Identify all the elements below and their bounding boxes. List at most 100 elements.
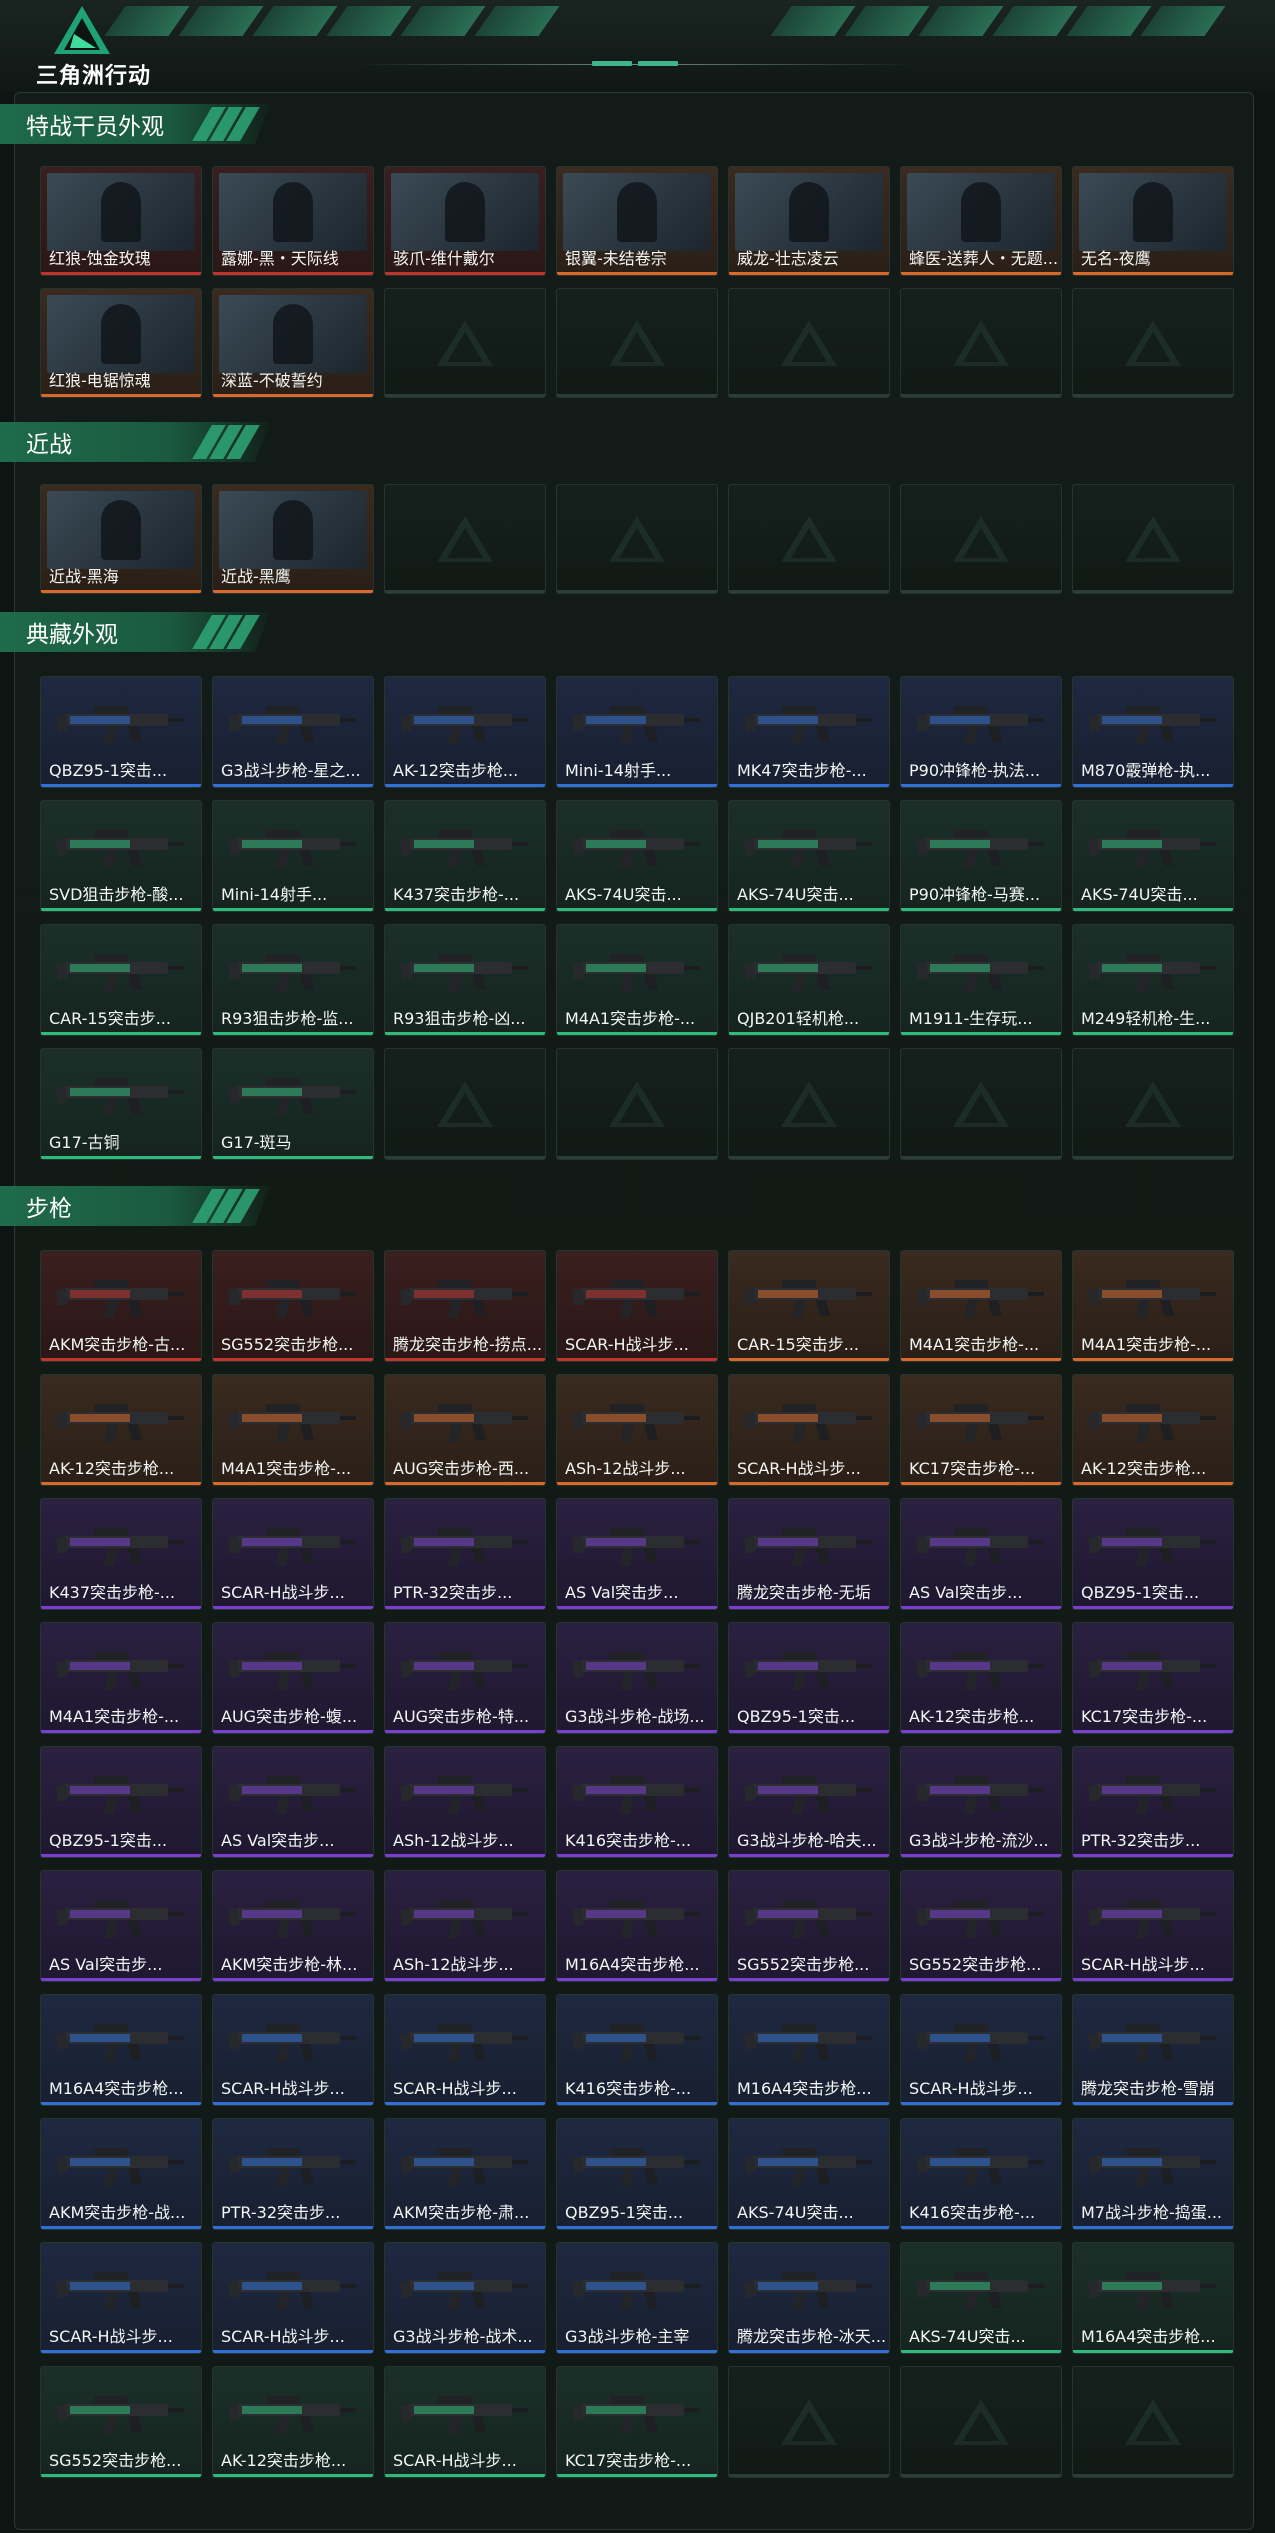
item-card[interactable]: AS Val突击步... — [556, 1498, 718, 1610]
item-card[interactable]: 近战-黑海 — [40, 484, 202, 594]
item-card[interactable]: SCAR-H战斗步... — [212, 2242, 374, 2354]
item-card[interactable]: P90冲锋枪-马赛... — [900, 800, 1062, 912]
item-card[interactable]: SCAR-H战斗步... — [1072, 1870, 1234, 1982]
item-card[interactable]: AKS-74U突击... — [728, 2118, 890, 2230]
item-card[interactable]: QJB201轻机枪... — [728, 924, 890, 1036]
item-card[interactable]: AKS-74U突击... — [728, 800, 890, 912]
item-card[interactable]: M4A1突击步枪-... — [1072, 1250, 1234, 1362]
item-card[interactable]: ASh-12战斗步... — [384, 1870, 546, 1982]
item-card[interactable]: AKM突击步枪-林... — [212, 1870, 374, 1982]
item-card[interactable]: G3战斗步枪-主宰 — [556, 2242, 718, 2354]
item-card[interactable]: M4A1突击步枪-... — [212, 1374, 374, 1486]
item-card[interactable]: R93狙击步枪-监... — [212, 924, 374, 1036]
item-card[interactable]: SG552突击步枪... — [40, 2366, 202, 2478]
item-card[interactable]: PTR-32突击步... — [384, 1498, 546, 1610]
item-card[interactable]: 腾龙突击步枪-捞点... — [384, 1250, 546, 1362]
item-card[interactable]: ASh-12战斗步... — [384, 1746, 546, 1858]
item-card[interactable]: QBZ95-1突击... — [40, 676, 202, 788]
item-card[interactable]: AK-12突击步枪... — [900, 1622, 1062, 1734]
item-card[interactable]: AKM突击步枪-战... — [40, 2118, 202, 2230]
item-card[interactable]: QBZ95-1突击... — [556, 2118, 718, 2230]
item-card[interactable]: P90冲锋枪-执法... — [900, 676, 1062, 788]
item-card[interactable]: K416突击步枪-... — [900, 2118, 1062, 2230]
item-card[interactable]: AK-12突击步枪... — [384, 676, 546, 788]
item-card[interactable]: SG552突击步枪... — [212, 1250, 374, 1362]
item-card[interactable]: 深蓝-不破誓约 — [212, 288, 374, 398]
item-card[interactable]: PTR-32突击步... — [212, 2118, 374, 2230]
item-card[interactable]: K416突击步枪-... — [556, 1994, 718, 2106]
item-card[interactable]: M1911-生存玩... — [900, 924, 1062, 1036]
item-card[interactable]: M16A4突击步枪... — [728, 1994, 890, 2106]
item-card[interactable]: G3战斗步枪-战场... — [556, 1622, 718, 1734]
item-card[interactable]: SCAR-H战斗步... — [212, 1994, 374, 2106]
item-card[interactable]: M16A4突击步枪... — [1072, 2242, 1234, 2354]
item-card[interactable]: M4A1突击步枪-... — [900, 1250, 1062, 1362]
item-card[interactable]: 露娜-黑・天际线 — [212, 166, 374, 276]
item-card[interactable]: M249轻机枪-生... — [1072, 924, 1234, 1036]
item-card[interactable]: AUG突击步枪-特... — [384, 1622, 546, 1734]
item-card[interactable]: 无名-夜鹰 — [1072, 166, 1234, 276]
item-card[interactable]: SCAR-H战斗步... — [556, 1250, 718, 1362]
item-card[interactable]: QBZ95-1突击... — [40, 1746, 202, 1858]
item-card[interactable]: AS Val突击步... — [900, 1498, 1062, 1610]
item-card[interactable]: M16A4突击步枪... — [556, 1870, 718, 1982]
item-card[interactable]: 威龙-壮志凌云 — [728, 166, 890, 276]
item-card[interactable]: AK-12突击步枪... — [1072, 1374, 1234, 1486]
item-card[interactable]: G3战斗步枪-星之... — [212, 676, 374, 788]
item-card[interactable]: R93狙击步枪-凶... — [384, 924, 546, 1036]
item-card[interactable]: 蜂医-送葬人・无题... — [900, 166, 1062, 276]
item-card[interactable]: AS Val突击步... — [40, 1870, 202, 1982]
item-card[interactable]: AUG突击步枪-西... — [384, 1374, 546, 1486]
item-card[interactable]: AKM突击步枪-古... — [40, 1250, 202, 1362]
item-card[interactable]: QBZ95-1突击... — [728, 1622, 890, 1734]
item-card[interactable]: SCAR-H战斗步... — [40, 2242, 202, 2354]
item-card[interactable]: M4A1突击步枪-... — [556, 924, 718, 1036]
item-card[interactable]: K437突击步枪-... — [384, 800, 546, 912]
item-card[interactable]: M7战斗步枪-捣蛋... — [1072, 2118, 1234, 2230]
item-card[interactable]: AS Val突击步... — [212, 1746, 374, 1858]
item-card[interactable]: SG552突击步枪... — [900, 1870, 1062, 1982]
item-card[interactable]: AK-12突击步枪... — [212, 2366, 374, 2478]
item-card[interactable]: M4A1突击步枪-... — [40, 1622, 202, 1734]
item-card[interactable]: 红狼-蚀金玫瑰 — [40, 166, 202, 276]
item-card[interactable]: 银翼-未结卷宗 — [556, 166, 718, 276]
item-card[interactable]: 腾龙突击步枪-无垢 — [728, 1498, 890, 1610]
item-card[interactable]: Mini-14射手... — [212, 800, 374, 912]
item-card[interactable]: QBZ95-1突击... — [1072, 1498, 1234, 1610]
item-card[interactable]: K437突击步枪-... — [40, 1498, 202, 1610]
item-card[interactable]: G17-斑马 — [212, 1048, 374, 1160]
item-card[interactable]: AK-12突击步枪... — [40, 1374, 202, 1486]
item-card[interactable]: G3战斗步枪-流沙... — [900, 1746, 1062, 1858]
item-card[interactable]: K416突击步枪-... — [556, 1746, 718, 1858]
item-card[interactable]: G3战斗步枪-战术... — [384, 2242, 546, 2354]
item-card[interactable]: SCAR-H战斗步... — [900, 1994, 1062, 2106]
item-card[interactable]: 红狼-电锯惊魂 — [40, 288, 202, 398]
item-card[interactable]: AUG突击步枪-蝮... — [212, 1622, 374, 1734]
item-card[interactable]: M870霰弹枪-执... — [1072, 676, 1234, 788]
item-card[interactable]: PTR-32突击步... — [1072, 1746, 1234, 1858]
item-card[interactable]: KC17突击步枪-... — [900, 1374, 1062, 1486]
item-card[interactable]: AKS-74U突击... — [1072, 800, 1234, 912]
item-card[interactable]: SG552突击步枪... — [728, 1870, 890, 1982]
item-card[interactable]: SCAR-H战斗步... — [728, 1374, 890, 1486]
item-card[interactable]: AKM突击步枪-肃... — [384, 2118, 546, 2230]
item-card[interactable]: SCAR-H战斗步... — [384, 2366, 546, 2478]
item-card[interactable]: KC17突击步枪-... — [556, 2366, 718, 2478]
item-card[interactable]: 骇爪-维什戴尔 — [384, 166, 546, 276]
item-card[interactable]: 腾龙突击步枪-雪崩 — [1072, 1994, 1234, 2106]
item-card[interactable]: MK47突击步枪-... — [728, 676, 890, 788]
item-card[interactable]: AKS-74U突击... — [556, 800, 718, 912]
item-card[interactable]: Mini-14射手... — [556, 676, 718, 788]
item-card[interactable]: M16A4突击步枪... — [40, 1994, 202, 2106]
item-card[interactable]: SVD狙击步枪-酸... — [40, 800, 202, 912]
item-card[interactable]: 近战-黑鹰 — [212, 484, 374, 594]
item-card[interactable]: SCAR-H战斗步... — [384, 1994, 546, 2106]
item-card[interactable]: CAR-15突击步... — [728, 1250, 890, 1362]
item-card[interactable]: KC17突击步枪-... — [1072, 1622, 1234, 1734]
item-card[interactable]: ASh-12战斗步... — [556, 1374, 718, 1486]
item-card[interactable]: SCAR-H战斗步... — [212, 1498, 374, 1610]
item-card[interactable]: 腾龙突击步枪-冰天... — [728, 2242, 890, 2354]
item-card[interactable]: G3战斗步枪-哈夫... — [728, 1746, 890, 1858]
item-card[interactable]: AKS-74U突击... — [900, 2242, 1062, 2354]
item-card[interactable]: G17-古铜 — [40, 1048, 202, 1160]
